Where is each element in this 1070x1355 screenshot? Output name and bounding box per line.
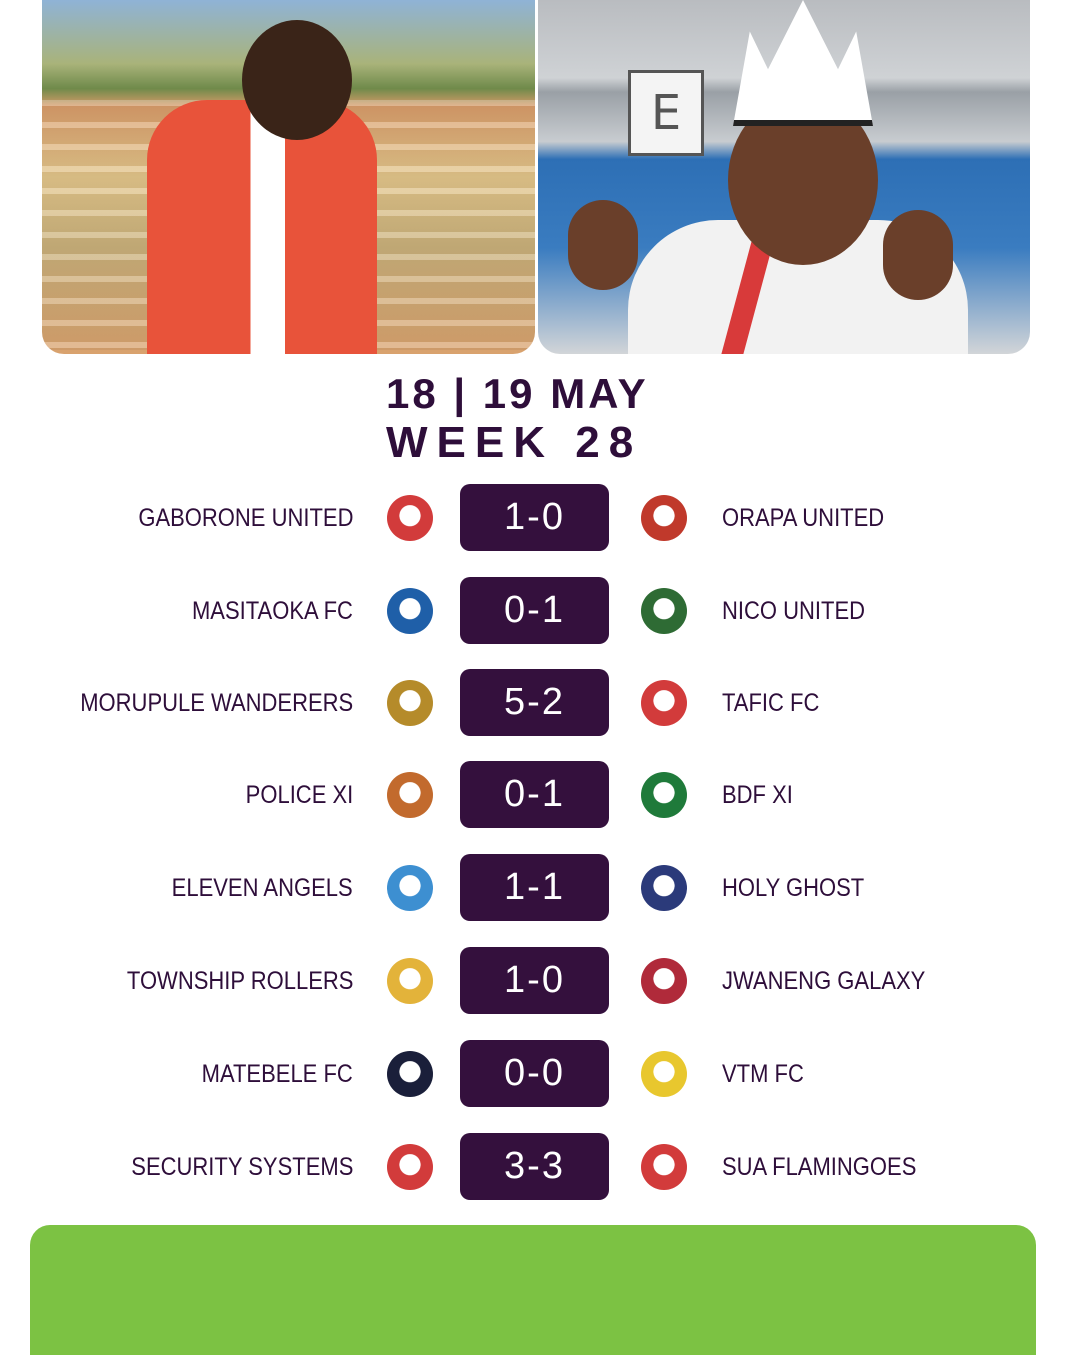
match-row: MATEBELE FC 0-0 VTM FC: [0, 1040, 1070, 1110]
home-team-name: MATEBELE FC: [201, 1060, 353, 1088]
match-row: MORUPULE WANDERERS 5-2 TAFIC FC: [0, 669, 1070, 739]
away-team-name: VTM FC: [722, 1060, 804, 1088]
away-team-name: NICO UNITED: [722, 597, 865, 625]
match-row: MASITAOKA FC 0-1 NICO UNITED: [0, 577, 1070, 647]
home-team-crest-icon: [387, 772, 433, 818]
match-score: 1-0: [460, 484, 609, 551]
player-shirt: [147, 100, 377, 354]
match-score: 1-1: [460, 854, 609, 921]
home-team-crest-icon: [387, 958, 433, 1004]
match-score: 5-2: [460, 669, 609, 736]
player-head: [242, 20, 352, 140]
footer-banner: [30, 1225, 1036, 1355]
home-team-crest-icon: [387, 1051, 433, 1097]
player-photo: [42, 0, 535, 354]
match-score: 0-1: [460, 761, 609, 828]
home-team-name: GABORONE UNITED: [137, 504, 353, 532]
away-team-name: BDF XI: [722, 781, 793, 809]
fan-left-hand: [568, 200, 638, 290]
home-team-name: MASITAOKA FC: [192, 597, 353, 625]
away-team-crest-icon: [641, 680, 687, 726]
match-row: POLICE XI 0-1 BDF XI: [0, 761, 1070, 831]
away-team-name: ORAPA UNITED: [722, 504, 885, 532]
home-team-crest-icon: [387, 865, 433, 911]
home-team-name: POLICE XI: [245, 781, 353, 809]
away-team-crest-icon: [641, 495, 687, 541]
away-team-crest-icon: [641, 958, 687, 1004]
home-team-crest-icon: [387, 495, 433, 541]
match-score: 3-3: [460, 1133, 609, 1200]
away-team-crest-icon: [641, 772, 687, 818]
home-team-crest-icon: [387, 588, 433, 634]
away-team-name: HOLY GHOST: [722, 874, 865, 902]
match-score: 0-1: [460, 577, 609, 644]
away-team-name: TAFIC FC: [722, 689, 820, 717]
fixture-header: 18 | 19 MAY WEEK 28: [386, 368, 649, 466]
match-dates: 18 | 19 MAY: [386, 370, 649, 417]
match-score: 1-0: [460, 947, 609, 1014]
home-team-crest-icon: [387, 1144, 433, 1190]
fan-hat: [733, 0, 873, 126]
match-row: TOWNSHIP ROLLERS 1-0 JWANENG GALAXY: [0, 947, 1070, 1017]
match-score: 0-0: [460, 1040, 609, 1107]
fan-right-hand: [883, 210, 953, 300]
away-team-crest-icon: [641, 1051, 687, 1097]
home-team-name: SECURITY SYSTEMS: [130, 1153, 353, 1181]
home-team-name: TOWNSHIP ROLLERS: [126, 967, 353, 995]
match-row: SECURITY SYSTEMS 3-3 SUA FLAMINGOES: [0, 1133, 1070, 1203]
week-label: WEEK 28: [386, 418, 643, 467]
away-team-crest-icon: [641, 865, 687, 911]
fan-photo: E: [538, 0, 1030, 354]
home-team-crest-icon: [387, 680, 433, 726]
away-team-name: JWANENG GALAXY: [722, 967, 926, 995]
away-team-crest-icon: [641, 588, 687, 634]
match-row: ELEVEN ANGELS 1-1 HOLY GHOST: [0, 854, 1070, 924]
home-team-name: ELEVEN ANGELS: [172, 874, 353, 902]
match-row: GABORONE UNITED 1-0 ORAPA UNITED: [0, 484, 1070, 554]
away-team-crest-icon: [641, 1144, 687, 1190]
home-team-name: MORUPULE WANDERERS: [80, 689, 353, 717]
away-team-name: SUA FLAMINGOES: [722, 1153, 917, 1181]
stand-sign: E: [628, 70, 704, 156]
